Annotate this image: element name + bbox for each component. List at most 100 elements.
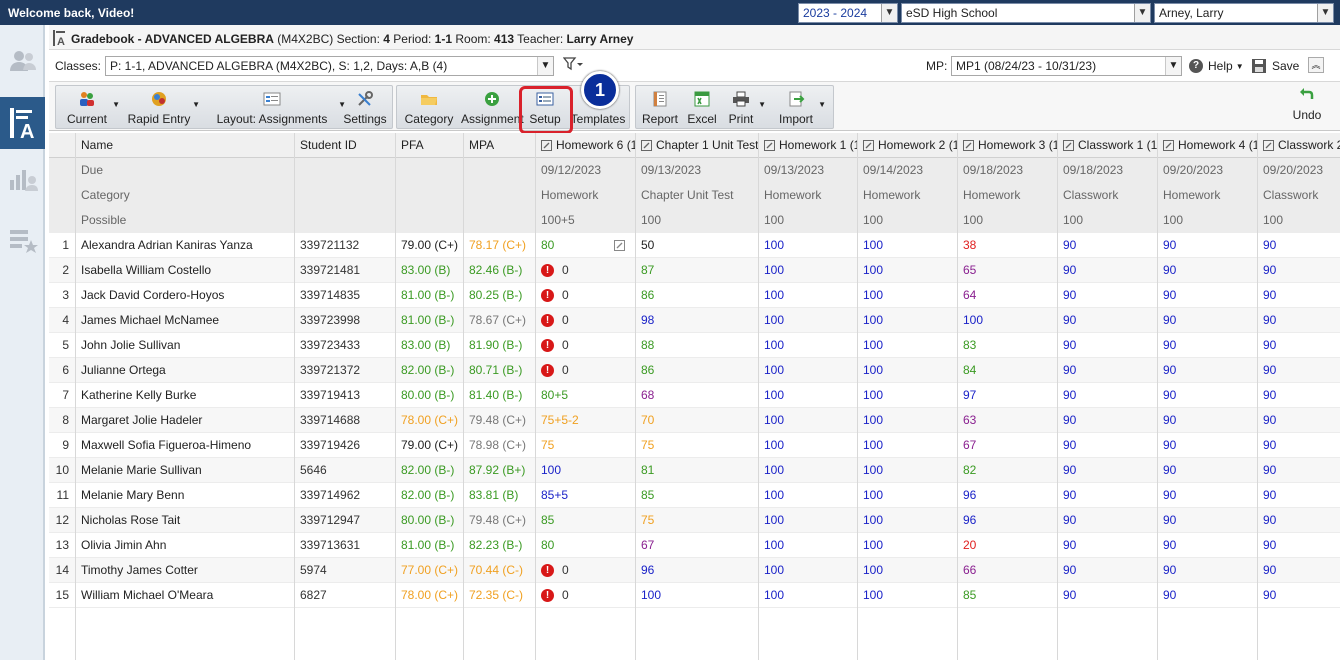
score-cell[interactable]: 100 — [758, 508, 857, 533]
student-name[interactable]: Julianne Ortega — [75, 358, 294, 383]
score-cell[interactable]: 86 — [635, 358, 758, 383]
score-cell[interactable]: 90 — [1057, 558, 1157, 583]
score-cell[interactable]: 100 — [758, 533, 857, 558]
score-cell[interactable]: 83 — [957, 333, 1057, 358]
score-cell[interactable]: 100 — [857, 233, 957, 258]
score-cell[interactable]: 80 — [535, 533, 635, 558]
school-select[interactable]: eSD High School ▼ — [901, 3, 1151, 23]
assignment-column-header[interactable]: Homework 1 (1x — [758, 133, 857, 158]
score-cell[interactable]: 90 — [1057, 508, 1157, 533]
score-cell[interactable]: ! 0 — [535, 283, 635, 308]
help-button[interactable]: ? Help ▼ — [1189, 57, 1244, 75]
score-cell[interactable]: 100 — [857, 283, 957, 308]
score-cell[interactable]: 96 — [957, 508, 1057, 533]
score-cell[interactable]: 100 — [635, 583, 758, 608]
score-cell[interactable]: 90 — [1057, 458, 1157, 483]
student-name[interactable]: Katherine Kelly Burke — [75, 383, 294, 408]
score-cell[interactable]: 100 — [758, 283, 857, 308]
layout-button[interactable]: Layout: Assignments ▼ — [206, 86, 346, 130]
edit-icon[interactable] — [641, 140, 652, 152]
edit-icon[interactable] — [963, 140, 974, 152]
score-cell[interactable]: 90 — [1157, 533, 1257, 558]
score-cell[interactable]: 84 — [957, 358, 1057, 383]
comment-edit-icon[interactable] — [614, 240, 625, 251]
score-cell[interactable]: 64 — [957, 283, 1057, 308]
score-cell[interactable]: 100 — [758, 558, 857, 583]
student-name[interactable]: Alexandra Adrian Kaniras Yanza — [75, 233, 294, 258]
score-cell[interactable]: 100 — [957, 308, 1057, 333]
score-cell[interactable]: 90 — [1257, 458, 1340, 483]
score-cell[interactable]: 70 — [635, 408, 758, 433]
score-cell[interactable]: 90 — [1157, 508, 1257, 533]
score-cell[interactable]: 90 — [1057, 433, 1157, 458]
score-cell[interactable]: 66 — [957, 558, 1057, 583]
score-cell[interactable]: 90 — [1057, 408, 1157, 433]
student-name[interactable]: Margaret Jolie Hadeler — [75, 408, 294, 433]
score-cell[interactable]: 90 — [1057, 283, 1157, 308]
assignment-column-header[interactable]: Chapter 1 Unit Test ( — [635, 133, 758, 158]
pfa-column-header[interactable]: PFA — [395, 133, 463, 158]
student-id-column-header[interactable]: Student ID — [294, 133, 395, 158]
score-cell[interactable]: 90 — [1157, 458, 1257, 483]
score-cell[interactable]: 100 — [758, 233, 857, 258]
score-cell[interactable]: 67 — [635, 533, 758, 558]
chart-icon[interactable] — [8, 165, 38, 193]
score-cell[interactable]: 65 — [957, 258, 1057, 283]
score-cell[interactable]: 90 — [1257, 308, 1340, 333]
score-cell[interactable]: 100 — [857, 558, 957, 583]
score-cell[interactable]: ! 0 — [535, 333, 635, 358]
score-cell[interactable]: 100 — [857, 258, 957, 283]
score-cell[interactable]: 68 — [635, 383, 758, 408]
score-cell[interactable]: 90 — [1257, 283, 1340, 308]
score-cell[interactable]: 20 — [957, 533, 1057, 558]
score-cell[interactable]: 100 — [857, 533, 957, 558]
score-cell[interactable]: 90 — [1057, 258, 1157, 283]
score-cell[interactable]: 100 — [758, 408, 857, 433]
score-cell[interactable]: 100 — [758, 458, 857, 483]
score-cell[interactable]: 85 — [957, 583, 1057, 608]
score-cell[interactable]: 87 — [635, 258, 758, 283]
edit-icon[interactable] — [541, 140, 552, 152]
filter-icon[interactable] — [562, 57, 583, 74]
score-cell[interactable]: 90 — [1257, 358, 1340, 383]
score-cell[interactable]: 90 — [1257, 483, 1340, 508]
score-cell[interactable]: 90 — [1157, 433, 1257, 458]
score-cell[interactable]: 63 — [957, 408, 1057, 433]
assignment-column-header[interactable]: Classwork 1 (1x — [1057, 133, 1157, 158]
score-cell[interactable]: 96 — [635, 558, 758, 583]
category-button[interactable]: Category — [401, 86, 457, 130]
score-cell[interactable]: 90 — [1157, 558, 1257, 583]
mp-select[interactable]: MP1 (08/24/23 - 10/31/23) ▼ — [951, 56, 1182, 76]
score-cell[interactable]: 100 — [857, 483, 957, 508]
score-cell[interactable]: 90 — [1057, 233, 1157, 258]
score-cell[interactable]: 90 — [1257, 333, 1340, 358]
collapse-button[interactable]: ︽ — [1308, 57, 1324, 73]
assignment-column-header[interactable]: Homework 3 (1x — [957, 133, 1057, 158]
score-cell[interactable]: 82 — [957, 458, 1057, 483]
score-cell[interactable]: 90 — [1157, 283, 1257, 308]
assignment-button[interactable]: Assignment — [461, 86, 524, 130]
score-cell[interactable]: 90 — [1157, 358, 1257, 383]
score-cell[interactable]: 90 — [1057, 383, 1157, 408]
score-cell[interactable]: 90 — [1257, 533, 1340, 558]
student-name[interactable]: Melanie Marie Sullivan — [75, 458, 294, 483]
score-cell[interactable]: 81 — [635, 458, 758, 483]
score-cell[interactable]: 100 — [857, 383, 957, 408]
name-column-header[interactable]: Name — [75, 133, 294, 158]
score-cell[interactable]: 90 — [1057, 308, 1157, 333]
score-cell[interactable]: 100 — [857, 358, 957, 383]
score-cell[interactable]: 90 — [1257, 558, 1340, 583]
score-cell[interactable]: 98 — [635, 308, 758, 333]
settings-button[interactable]: Settings — [342, 86, 388, 130]
assignment-column-header[interactable]: Homework 4 (1x — [1157, 133, 1257, 158]
student-name[interactable]: William Michael O'Meara — [75, 583, 294, 608]
score-cell[interactable]: 100 — [857, 583, 957, 608]
assignment-column-header[interactable]: Homework 6 (1x — [535, 133, 635, 158]
score-cell[interactable]: 90 — [1057, 583, 1157, 608]
score-cell[interactable]: ! 0 — [535, 258, 635, 283]
score-cell[interactable]: 90 — [1157, 258, 1257, 283]
user-select[interactable]: Arney, Larry ▼ — [1154, 3, 1334, 23]
score-cell[interactable]: 100 — [758, 358, 857, 383]
score-cell[interactable]: 100 — [758, 433, 857, 458]
assignment-column-header[interactable]: Classwork 2 — [1257, 133, 1340, 158]
